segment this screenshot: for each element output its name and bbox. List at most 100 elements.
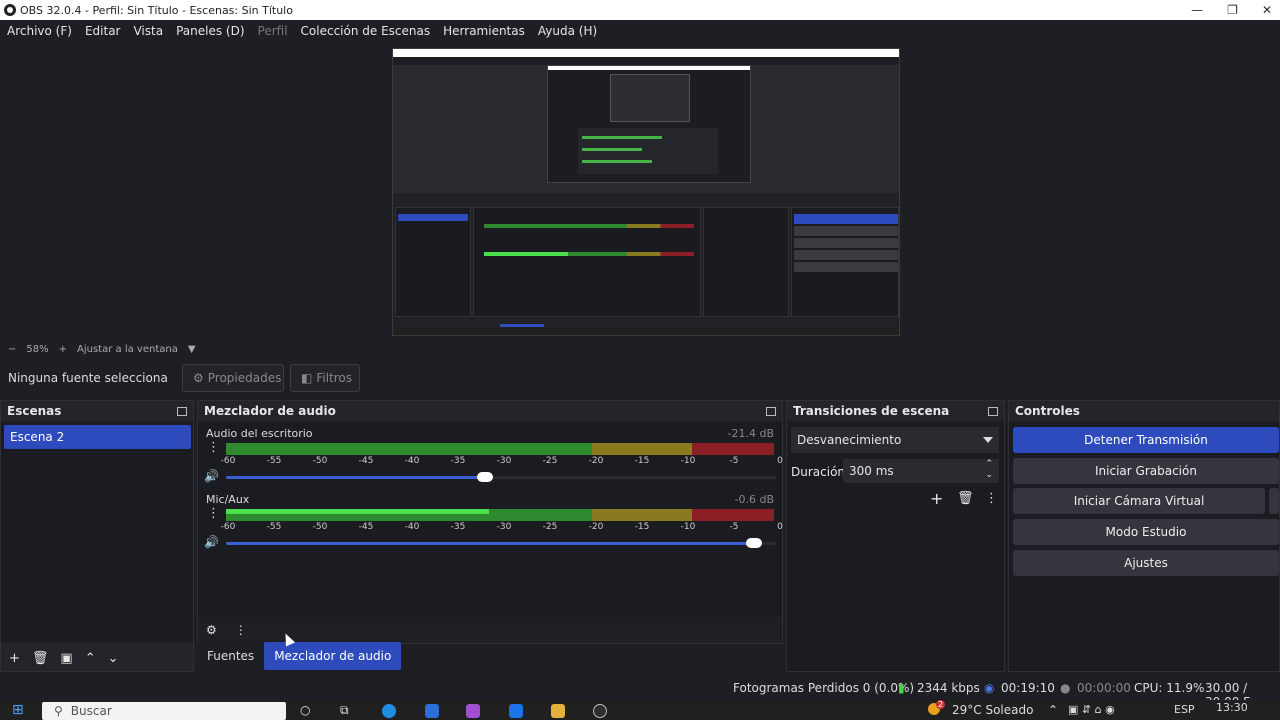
meter-tick-label: -40: [404, 522, 420, 532]
preview-nested-titlebar: [393, 49, 899, 57]
volume-slider[interactable]: [226, 472, 776, 482]
source-toolbar: Ninguna fuente selecciona ⚙ Propiedades …: [0, 362, 1280, 394]
language-indicator[interactable]: ESP: [1174, 703, 1195, 716]
menu-archivo[interactable]: Archivo (F): [7, 24, 72, 38]
store-icon[interactable]: [425, 704, 439, 718]
maximize-button[interactable]: ❐: [1227, 3, 1238, 17]
channel-menu-icon[interactable]: ⋮: [207, 507, 220, 520]
dropped-frames: Fotogramas Perdidos 0 (0.0%): [733, 681, 915, 695]
speaker-icon[interactable]: 🔊: [204, 535, 219, 549]
gear-icon: ⚙: [193, 371, 204, 385]
transitions-title: Transiciones de escena: [793, 404, 950, 418]
meter-ticks: -60 -55 -50 -45 -40 -35 -30 -25 -20 -15 -10 -5 0: [220, 456, 783, 468]
stop-stream-button[interactable]: Detener Transmisión: [1013, 427, 1279, 453]
menu-paneles[interactable]: Paneles (D): [176, 24, 244, 38]
meter-tick-label: -55: [266, 456, 282, 466]
file-explorer-icon[interactable]: [551, 704, 565, 718]
remove-scene-icon[interactable]: 🗑: [32, 651, 49, 666]
controls-title: Controles: [1015, 404, 1080, 418]
edge-icon[interactable]: [382, 704, 396, 718]
meter-tick-label: -15: [634, 522, 650, 532]
fit-to-window[interactable]: Ajustar a la ventana: [77, 344, 178, 355]
tab-sources[interactable]: Fuentes: [197, 642, 265, 670]
meter-ticks: -60 -55 -50 -45 -40 -35 -30 -25 -20 -15 -10 -5 0: [220, 522, 783, 534]
tray-icons[interactable]: ▣ ⇵ ⌂ ◉: [1068, 703, 1115, 716]
search-circle-icon[interactable]: ○: [300, 703, 310, 717]
meter-tick-label: -15: [634, 456, 650, 466]
meter-tick-label: -35: [450, 456, 466, 466]
zoom-dropdown-icon[interactable]: ▼: [188, 344, 196, 355]
move-up-icon[interactable]: ⌃: [85, 651, 96, 666]
menu-editar[interactable]: Editar: [85, 24, 121, 38]
start-virtualcam-button[interactable]: Iniciar Cámara Virtual: [1013, 488, 1265, 514]
obs-taskbar-icon[interactable]: [593, 704, 607, 718]
no-source-label: Ninguna fuente selecciona: [8, 371, 168, 385]
title-bar: OBS 32.0.4 - Perfil: Sin Título - Escena…: [0, 0, 1280, 20]
mixer-menu-icon[interactable]: ⋮: [235, 623, 247, 637]
channel-db: -21.4 dB: [727, 427, 775, 440]
meter-tick-label: -40: [404, 456, 420, 466]
windows-start-icon[interactable]: ⊞: [12, 702, 24, 718]
settings-button[interactable]: Ajustes: [1013, 550, 1279, 576]
mail-icon[interactable]: [509, 704, 523, 718]
zoom-out-button[interactable]: −: [8, 344, 16, 355]
transition-select[interactable]: Desvanecimiento: [791, 427, 999, 453]
menu-coleccion-escenas[interactable]: Colección de Escenas: [301, 24, 431, 38]
tray-chevron-icon[interactable]: ⌃: [1048, 703, 1058, 717]
add-scene-icon[interactable]: +: [9, 651, 20, 666]
task-view-icon[interactable]: ⧉: [340, 703, 349, 718]
spin-arrows-icon[interactable]: ⌃ ⌄: [985, 459, 993, 481]
meter-tick-label: -20: [588, 522, 604, 532]
undock-icon[interactable]: [766, 406, 776, 416]
bitrate: 2344 kbps: [917, 681, 980, 695]
start-recording-button[interactable]: Iniciar Grabación: [1013, 458, 1279, 484]
transition-menu-icon[interactable]: ⋮: [985, 491, 998, 506]
speaker-icon[interactable]: 🔊: [204, 469, 219, 483]
menu-ayuda[interactable]: Ayuda (H): [538, 24, 597, 38]
transitions-dock: Transiciones de escena Desvanecimiento D…: [786, 400, 1005, 672]
level-fill: [226, 509, 490, 514]
menu-vista[interactable]: Vista: [133, 24, 163, 38]
meter-tick-label: -25: [542, 522, 558, 532]
channel-menu-icon[interactable]: ⋮: [207, 441, 220, 454]
clock[interactable]: 13:30: [1216, 701, 1248, 714]
meter-tick-label: -10: [680, 522, 696, 532]
menu-herramientas[interactable]: Herramientas: [443, 24, 525, 38]
preview-canvas[interactable]: [392, 48, 900, 336]
close-button[interactable]: ✕: [1262, 3, 1272, 17]
record-time: 00:00:00: [1077, 681, 1131, 695]
meter-tick-label: -45: [358, 522, 374, 532]
properties-button[interactable]: ⚙ Propiedades: [182, 364, 284, 392]
obs-logo-icon: [4, 4, 16, 16]
volume-slider[interactable]: [226, 538, 776, 548]
controls-dock: Controles Detener Transmisión Iniciar Gr…: [1008, 400, 1280, 672]
zoom-in-button[interactable]: +: [59, 344, 67, 355]
scene-item[interactable]: Escena 2: [4, 425, 191, 449]
add-transition-icon[interactable]: +: [930, 489, 943, 508]
preview-area[interactable]: [0, 42, 1280, 340]
tab-audio-mixer[interactable]: Mezclador de audio: [264, 642, 402, 670]
remove-transition-icon[interactable]: 🗑: [957, 491, 974, 506]
move-down-icon[interactable]: ⌄: [108, 651, 119, 666]
channel-name: Mic/Aux: [206, 493, 250, 506]
duration-label: Duración: [791, 465, 846, 479]
zoom-value: 58%: [26, 343, 49, 355]
filters-button[interactable]: ◧ Filtros: [290, 364, 360, 392]
volume-meter: [226, 509, 774, 521]
meter-tick-label: -60: [220, 456, 236, 466]
taskbar-search[interactable]: ⚲ Buscar: [42, 702, 286, 720]
menu-perfil: Perfil: [257, 24, 288, 38]
virtualcam-settings-button[interactable]: [1269, 488, 1279, 514]
signal-icon: ▮: [898, 681, 905, 695]
studio-mode-button[interactable]: Modo Estudio: [1013, 519, 1279, 545]
menu-bar: Archivo (F) Editar Vista Paneles (D) Per…: [0, 20, 1280, 42]
duration-spinbox[interactable]: 300 ms ⌃ ⌄: [843, 459, 999, 483]
minimize-button[interactable]: —: [1191, 3, 1203, 17]
undock-icon[interactable]: [988, 406, 998, 416]
copilot-icon[interactable]: [466, 704, 480, 718]
advanced-audio-gear-icon[interactable]: ⚙: [206, 623, 217, 637]
undock-icon[interactable]: [177, 406, 187, 416]
scenes-dock: Escenas Escena 2 + 🗑 ▣ ⌃ ⌄: [0, 400, 194, 672]
stream-status-icon: ◉: [984, 681, 995, 695]
scene-filters-icon[interactable]: ▣: [60, 651, 72, 666]
